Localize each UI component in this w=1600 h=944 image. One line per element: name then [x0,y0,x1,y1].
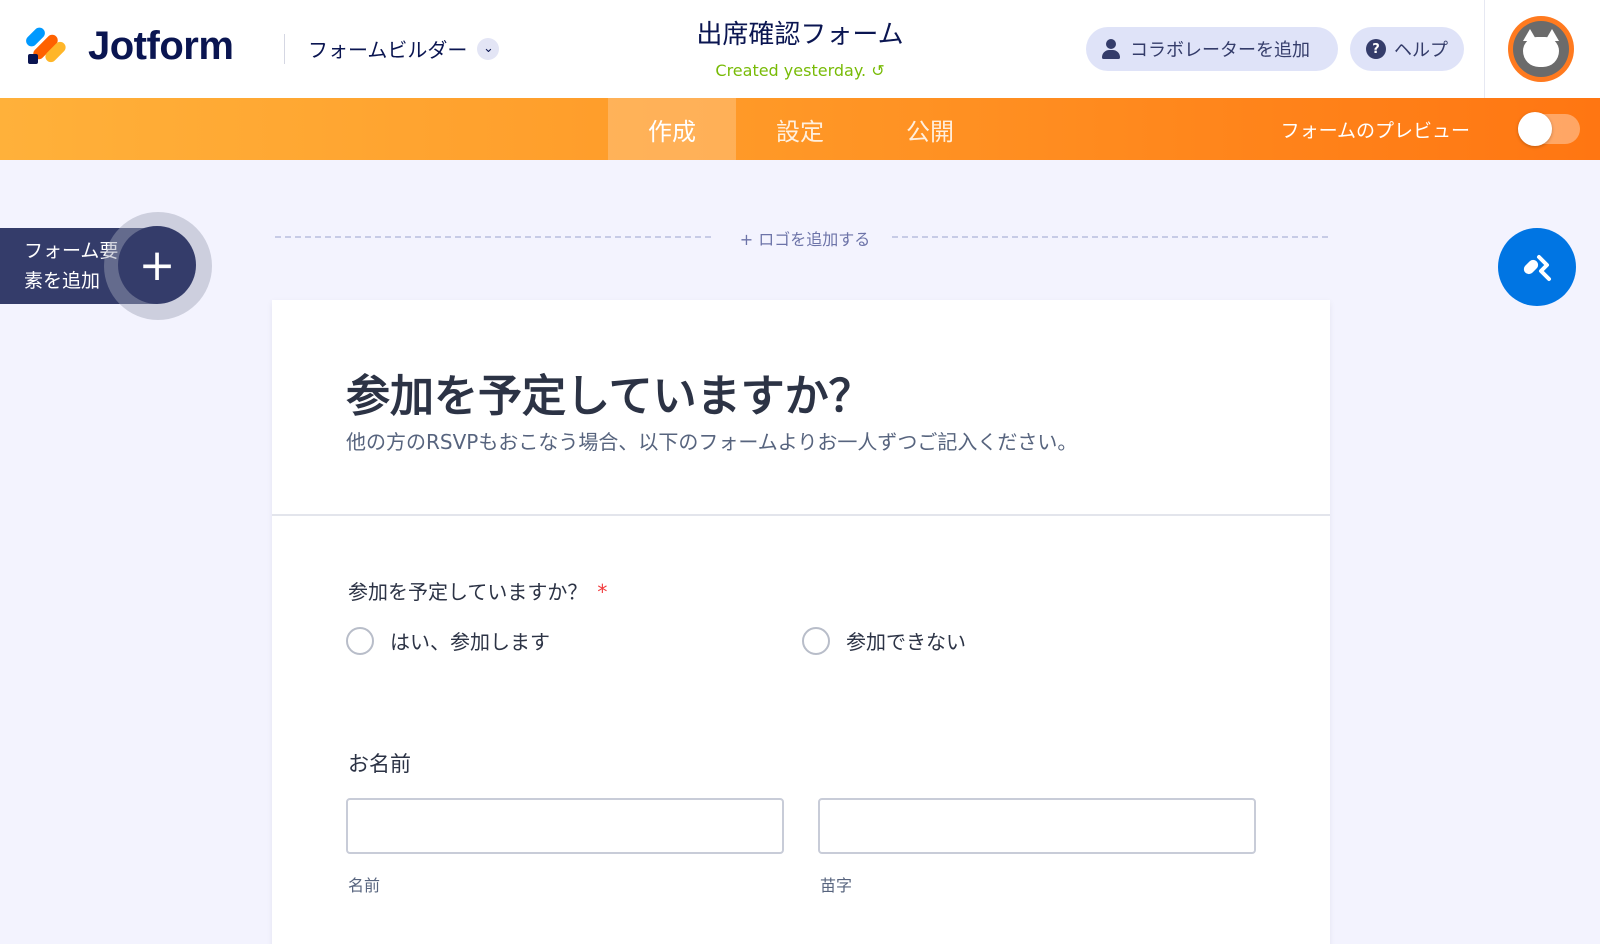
tab-settings[interactable]: 設定 [736,98,864,160]
logo-dashed-line-right [892,236,1328,238]
builder-nav-bar: 作成 設定 公開 フォームのプレビュー [0,98,1600,160]
top-header: Jotform フォームビルダー ⌄ 出席確認フォーム Created yest… [0,0,1600,98]
user-avatar[interactable] [1508,16,1574,82]
add-collaborator-button[interactable]: コラボレーターを追加 [1086,27,1338,71]
form-builder-dropdown[interactable]: フォームビルダー ⌄ [308,34,500,63]
form-title-area: 出席確認フォーム Created yesterday. ↺ [600,14,1000,80]
first-name-input[interactable] [346,798,784,854]
paint-roller-icon [1523,255,1551,281]
add-element-button[interactable]: + [118,226,196,304]
add-collaborator-label: コラボレーターを追加 [1130,40,1310,61]
tab-build[interactable]: 作成 [608,98,736,160]
radio-option-no[interactable]: 参加できない [802,626,966,655]
toggle-knob [1518,112,1552,146]
logo-text: Jotform [88,24,234,68]
created-text: Created yesterday. [715,61,867,80]
attendance-question-text: 参加を予定していますか？ [348,580,588,604]
radio-button[interactable] [346,626,374,655]
add-logo-link[interactable]: + ロゴを追加する [720,226,890,250]
form-preview-toggle[interactable] [1518,112,1580,146]
chevron-down-icon: ⌄ [477,37,500,60]
jotform-logo-icon [23,24,68,68]
last-name-input[interactable] [818,798,1256,854]
card-divider [272,514,1330,516]
radio-button[interactable] [802,626,830,655]
header-divider [284,34,285,64]
form-card: 参加を予定していますか？ 他の方のRSVPもおこなう場合、以下のフォームよりお一… [272,300,1330,944]
history-icon[interactable]: ↺ [871,61,884,80]
last-name-sublabel: 苗字 [820,876,853,895]
logo-dashed-line-left [275,236,711,238]
help-button[interactable]: ? ヘルプ [1350,27,1464,71]
created-status: Created yesterday. ↺ [600,61,1000,80]
radio-option-no-label: 参加できない [846,630,966,654]
builder-label: フォームビルダー [308,38,468,62]
form-preview-label: フォームのプレビュー [1280,120,1470,142]
help-label: ヘルプ [1394,40,1448,61]
cat-avatar-icon [1513,21,1569,77]
question-icon: ? [1366,39,1386,59]
form-title[interactable]: 出席確認フォーム [600,14,1000,51]
plus-icon: + [138,239,176,291]
user-icon [1102,39,1120,59]
first-name-sublabel: 名前 [348,876,381,895]
form-subheading[interactable]: 他の方のRSVPもおこなう場合、以下のフォームよりお一人ずつご記入ください。 [346,426,1077,455]
radio-option-yes-label: はい、参加します [390,630,550,654]
form-heading[interactable]: 参加を予定していますか？ [346,360,873,424]
tab-publish[interactable]: 公開 [866,98,994,160]
jotform-logo[interactable]: Jotform [23,24,234,69]
form-designer-button[interactable] [1498,228,1576,306]
name-field-label[interactable]: お名前 [348,748,411,778]
radio-option-yes[interactable]: はい、参加します [346,626,550,655]
required-asterisk: * [597,580,608,604]
header-separator [1484,0,1485,98]
attendance-question-label[interactable]: 参加を予定していますか？ * [348,576,607,605]
